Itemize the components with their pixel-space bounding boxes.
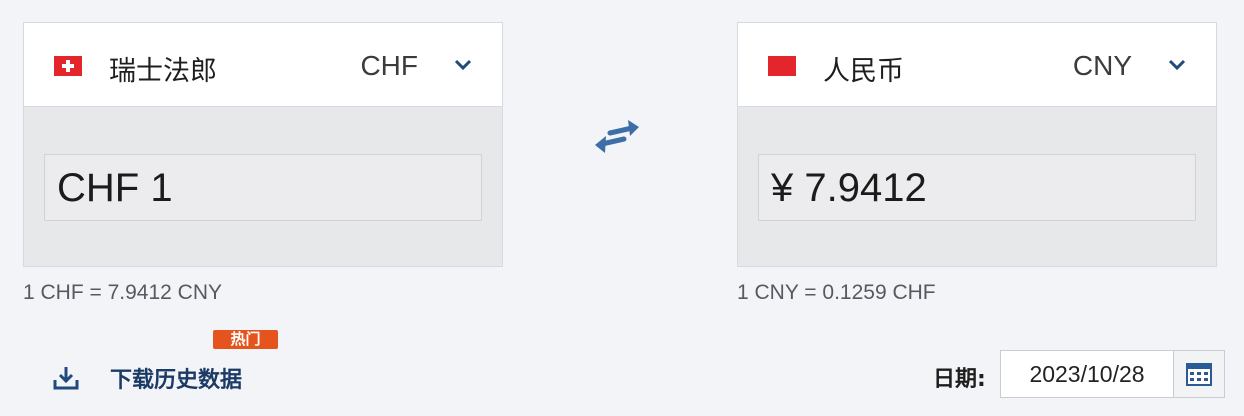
- download-history-label: 下载历史数据: [110, 368, 243, 393]
- from-currency-selector[interactable]: 瑞士法郎 CHF: [24, 23, 502, 107]
- date-input[interactable]: 2023/10/28: [1000, 350, 1174, 398]
- switzerland-flag-icon: [54, 56, 82, 76]
- china-flag-icon: [768, 56, 796, 76]
- from-amount-input[interactable]: CHF 1: [44, 154, 482, 221]
- date-label: 日期:: [933, 367, 986, 392]
- download-history-link[interactable]: 下载历史数据: [52, 360, 242, 396]
- hot-badge: 热门: [213, 330, 278, 349]
- to-currency-selector[interactable]: 人民币 CNY: [738, 23, 1216, 107]
- to-currency-code: CNY: [1072, 50, 1132, 81]
- from-rate-note: 1 CHF = 7.9412 CNY: [23, 281, 223, 304]
- to-currency-panel: 人民币 CNY ¥ 7.9412: [737, 22, 1217, 267]
- chevron-down-icon[interactable]: [1168, 58, 1186, 72]
- from-currency-name: 瑞士法郎: [109, 56, 217, 87]
- to-currency-name: 人民币: [823, 56, 904, 87]
- from-currency-code: CHF: [360, 50, 418, 81]
- from-currency-panel: 瑞士法郎 CHF CHF 1: [23, 22, 503, 267]
- calendar-button[interactable]: [1173, 350, 1225, 398]
- chevron-down-icon[interactable]: [454, 58, 472, 72]
- to-amount-output[interactable]: ¥ 7.9412: [758, 154, 1196, 221]
- calendar-icon: [1186, 363, 1212, 386]
- to-rate-note: 1 CNY = 0.1259 CHF: [737, 281, 936, 304]
- download-icon: [53, 367, 79, 390]
- swap-arrows-icon[interactable]: [592, 118, 642, 156]
